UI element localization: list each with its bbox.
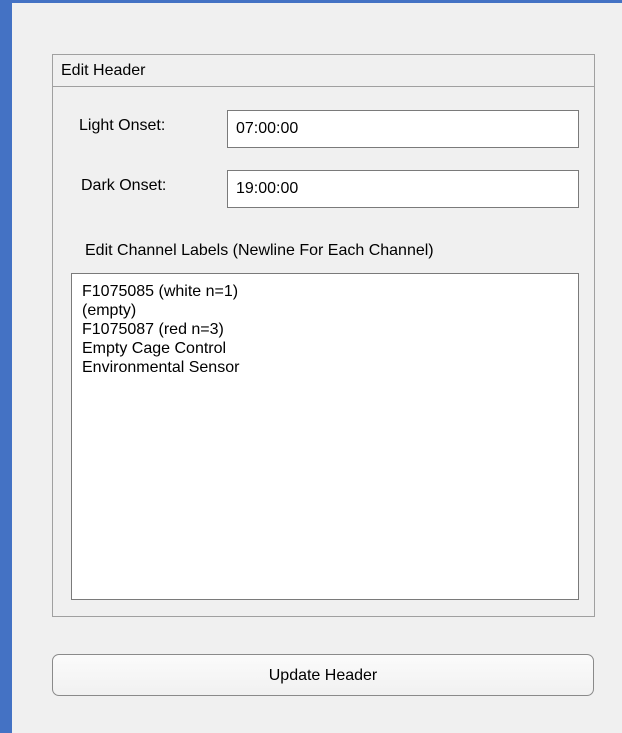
- channel-labels-textarea[interactable]: F1075085 (white n=1) (empty) F1075087 (r…: [71, 273, 579, 600]
- channel-line: Empty Cage Control: [82, 340, 227, 357]
- window-left-accent: [0, 0, 12, 733]
- light-onset-field[interactable]: [227, 110, 579, 148]
- update-header-button[interactable]: Update Header: [52, 654, 594, 696]
- app-window: Edit Header Light Onset: Dark Onset: Edi…: [0, 0, 622, 733]
- channel-line: Environmental Sensor: [82, 359, 240, 376]
- dark-onset-field[interactable]: [227, 170, 579, 208]
- channel-labels-heading: Edit Channel Labels (Newline For Each Ch…: [85, 242, 434, 259]
- window-top-accent: [0, 0, 622, 3]
- edit-header-panel: Edit Header Light Onset: Dark Onset: Edi…: [52, 54, 595, 617]
- channel-line: F1075087 (red n=3): [82, 321, 224, 338]
- panel-title: Edit Header: [53, 55, 594, 87]
- light-onset-label: Light Onset:: [79, 117, 166, 134]
- channel-line: (empty): [82, 302, 137, 319]
- channel-line: F1075085 (white n=1): [82, 283, 239, 300]
- dark-onset-label: Dark Onset:: [81, 177, 167, 194]
